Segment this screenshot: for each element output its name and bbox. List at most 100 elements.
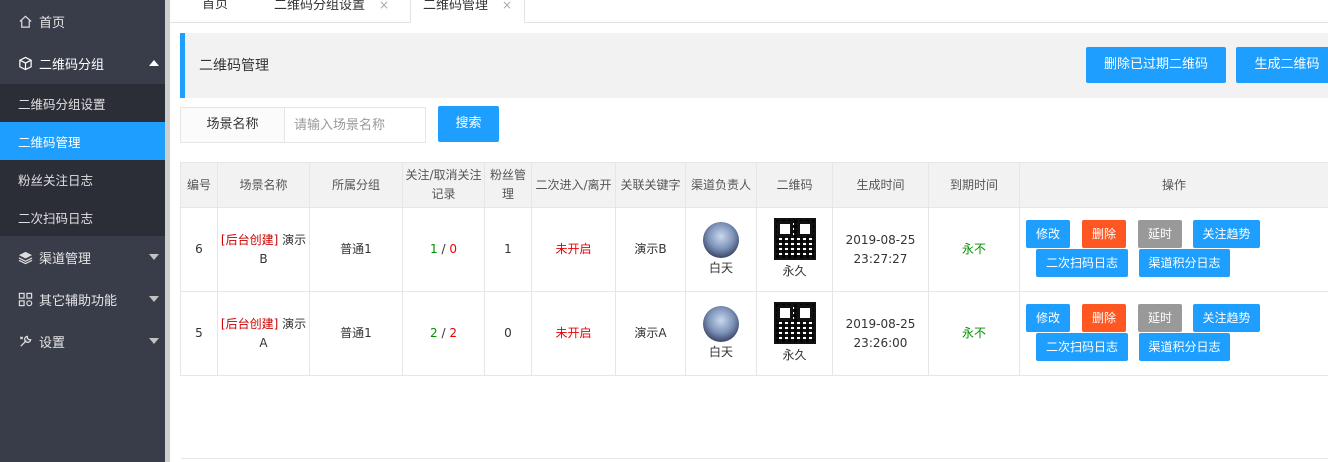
follow-trend-button[interactable]: 关注趋势 <box>1193 220 1260 248</box>
search-label: 场景名称 <box>180 107 285 143</box>
scene-source-tag: [后台创建] <box>220 232 279 247</box>
created-date: 2019-08-25 <box>845 316 916 331</box>
owner-cell: 白天 <box>685 291 757 376</box>
sidebar-subitem-scan-log[interactable]: 二次扫码日志 <box>0 198 165 236</box>
second-entry-cell: 未开启 <box>531 291 616 376</box>
sidebar-subitem-follow-log[interactable]: 粉丝关注日志 <box>0 160 165 198</box>
fans-cell: 1 <box>484 207 532 292</box>
sidebar-subitem-group-settings[interactable]: 二维码分组设置 <box>0 84 165 122</box>
search-input[interactable] <box>284 107 426 143</box>
edit-button[interactable]: 修改 <box>1026 220 1070 248</box>
qrcode-table: 编号 场景名称 所属分组 关注/取消关注记录 粉丝管理 二次进入/离开 关联关键… <box>180 162 1328 459</box>
follow-cell[interactable]: 1 / 0 <box>402 207 485 292</box>
sidebar-item-label: 二维码分组 <box>39 57 105 73</box>
qrcode-label: 永久 <box>782 264 807 278</box>
scan-log-button[interactable]: 二次扫码日志 <box>1036 249 1128 277</box>
layers-icon <box>18 250 33 265</box>
qrcode-image[interactable] <box>773 302 816 344</box>
created-time-cell: 2019-08-25 23:26:00 <box>832 291 929 376</box>
tab-qrcode-manage[interactable]: 二维码管理 × <box>410 0 526 23</box>
qrcode-cell: 永久 <box>756 207 833 292</box>
follow-cell[interactable]: 2 / 2 <box>402 291 485 376</box>
qrcode-cell: 永久 <box>756 291 833 376</box>
actions-cell: 修改 删除 延时 关注趋势 二次扫码日志 渠道积分日志 <box>1019 291 1328 376</box>
tab-group-settings[interactable]: 二维码分组设置 × <box>262 0 401 23</box>
column-header: 渠道负责人 <box>685 162 757 208</box>
sidebar-item-label: 设置 <box>39 335 66 351</box>
qrcode-label: 永久 <box>782 348 807 362</box>
created-time: 23:26:00 <box>853 335 908 350</box>
column-header: 二维码 <box>756 162 833 208</box>
follow-count: 1 <box>430 242 438 256</box>
separator: / <box>441 242 446 256</box>
column-header: 所属分组 <box>309 162 403 208</box>
owner-name: 白天 <box>708 260 733 275</box>
avatar <box>703 305 739 342</box>
tab-label: 二维码分组设置 <box>274 0 366 13</box>
tab-bar: 首页 二维码分组设置 × 二维码管理 × <box>170 0 1328 23</box>
delete-button[interactable]: 删除 <box>1082 304 1126 332</box>
qrcode-image[interactable] <box>773 218 816 260</box>
tab-home[interactable]: 首页 <box>190 0 240 23</box>
points-log-button[interactable]: 渠道积分日志 <box>1139 249 1230 277</box>
sidebar-scroll-edge <box>165 0 170 462</box>
panel-header: 二维码管理 删除已过期二维码 生成二维码 <box>180 33 1328 98</box>
apps-icon <box>18 292 33 307</box>
tab-label: 首页 <box>202 0 229 12</box>
sidebar-subitem-qrcode-manage[interactable]: 二维码管理 <box>0 122 165 160</box>
fans-cell: 0 <box>484 291 532 376</box>
expire-cell: 永不 <box>928 291 1020 376</box>
created-date: 2019-08-25 <box>845 232 916 247</box>
unfollow-count: 2 <box>449 326 457 340</box>
delay-button[interactable]: 延时 <box>1138 220 1182 248</box>
follow-count: 2 <box>430 326 438 340</box>
keyword-cell: 演示A <box>615 291 686 376</box>
cube-icon <box>18 56 33 71</box>
avatar <box>703 221 739 258</box>
delay-button[interactable]: 延时 <box>1138 304 1182 332</box>
owner-name: 白天 <box>708 344 733 359</box>
id-cell: 5 <box>180 291 218 376</box>
follow-trend-button[interactable]: 关注趋势 <box>1193 304 1260 332</box>
sidebar-item-channel[interactable]: 渠道管理 <box>0 236 165 278</box>
chevron-down-icon <box>149 338 159 344</box>
actions-cell: 修改 删除 延时 关注趋势 二次扫码日志 渠道积分日志 <box>1019 207 1328 292</box>
scene-cell: [后台创建] 演示A <box>217 291 310 376</box>
column-header: 编号 <box>180 162 218 208</box>
wrench-icon <box>18 334 33 349</box>
scan-log-button[interactable]: 二次扫码日志 <box>1036 333 1128 361</box>
generate-qrcode-button[interactable]: 生成二维码 <box>1236 47 1328 83</box>
sidebar-item-home[interactable]: 首页 <box>0 0 165 42</box>
table-row: 6 [后台创建] 演示B 普通1 1 / 0 1 未开启 演示B 白天 永久 2… <box>180 207 1328 292</box>
chevron-up-icon <box>149 60 159 66</box>
unfollow-count: 0 <box>449 242 457 256</box>
keyword-cell: 演示B <box>615 207 686 292</box>
group-cell: 普通1 <box>309 291 403 376</box>
column-header: 关联关键字 <box>615 162 686 208</box>
sidebar: 首页 二维码分组 二维码分组设置 二维码管理 粉丝关注日志 二次扫码日志 渠道管… <box>0 0 165 462</box>
close-icon[interactable]: × <box>379 0 389 12</box>
second-entry-cell: 未开启 <box>531 207 616 292</box>
sidebar-item-qrcode-group[interactable]: 二维码分组 <box>0 42 165 84</box>
search-button[interactable]: 搜索 <box>438 106 499 142</box>
sidebar-submenu: 二维码分组设置 二维码管理 粉丝关注日志 二次扫码日志 <box>0 84 165 236</box>
table-footer-line <box>180 375 1328 459</box>
points-log-button[interactable]: 渠道积分日志 <box>1139 333 1230 361</box>
home-icon <box>18 14 33 29</box>
tab-label: 二维码管理 <box>423 0 489 13</box>
chevron-down-icon <box>149 296 159 302</box>
created-time: 23:27:27 <box>853 251 908 266</box>
id-cell: 6 <box>180 207 218 292</box>
delete-expired-button[interactable]: 删除已过期二维码 <box>1086 47 1226 83</box>
delete-button[interactable]: 删除 <box>1082 220 1126 248</box>
sidebar-item-label: 首页 <box>39 15 66 31</box>
table-row: 5 [后台创建] 演示A 普通1 2 / 2 0 未开启 演示A 白天 永久 2… <box>180 291 1328 376</box>
scene-cell: [后台创建] 演示B <box>217 207 310 292</box>
column-header: 场景名称 <box>217 162 310 208</box>
sidebar-item-settings[interactable]: 设置 <box>0 320 165 362</box>
edit-button[interactable]: 修改 <box>1026 304 1070 332</box>
owner-cell: 白天 <box>685 207 757 292</box>
sidebar-item-other-tools[interactable]: 其它辅助功能 <box>0 278 165 320</box>
column-header: 生成时间 <box>832 162 929 208</box>
close-icon[interactable]: × <box>502 0 512 12</box>
